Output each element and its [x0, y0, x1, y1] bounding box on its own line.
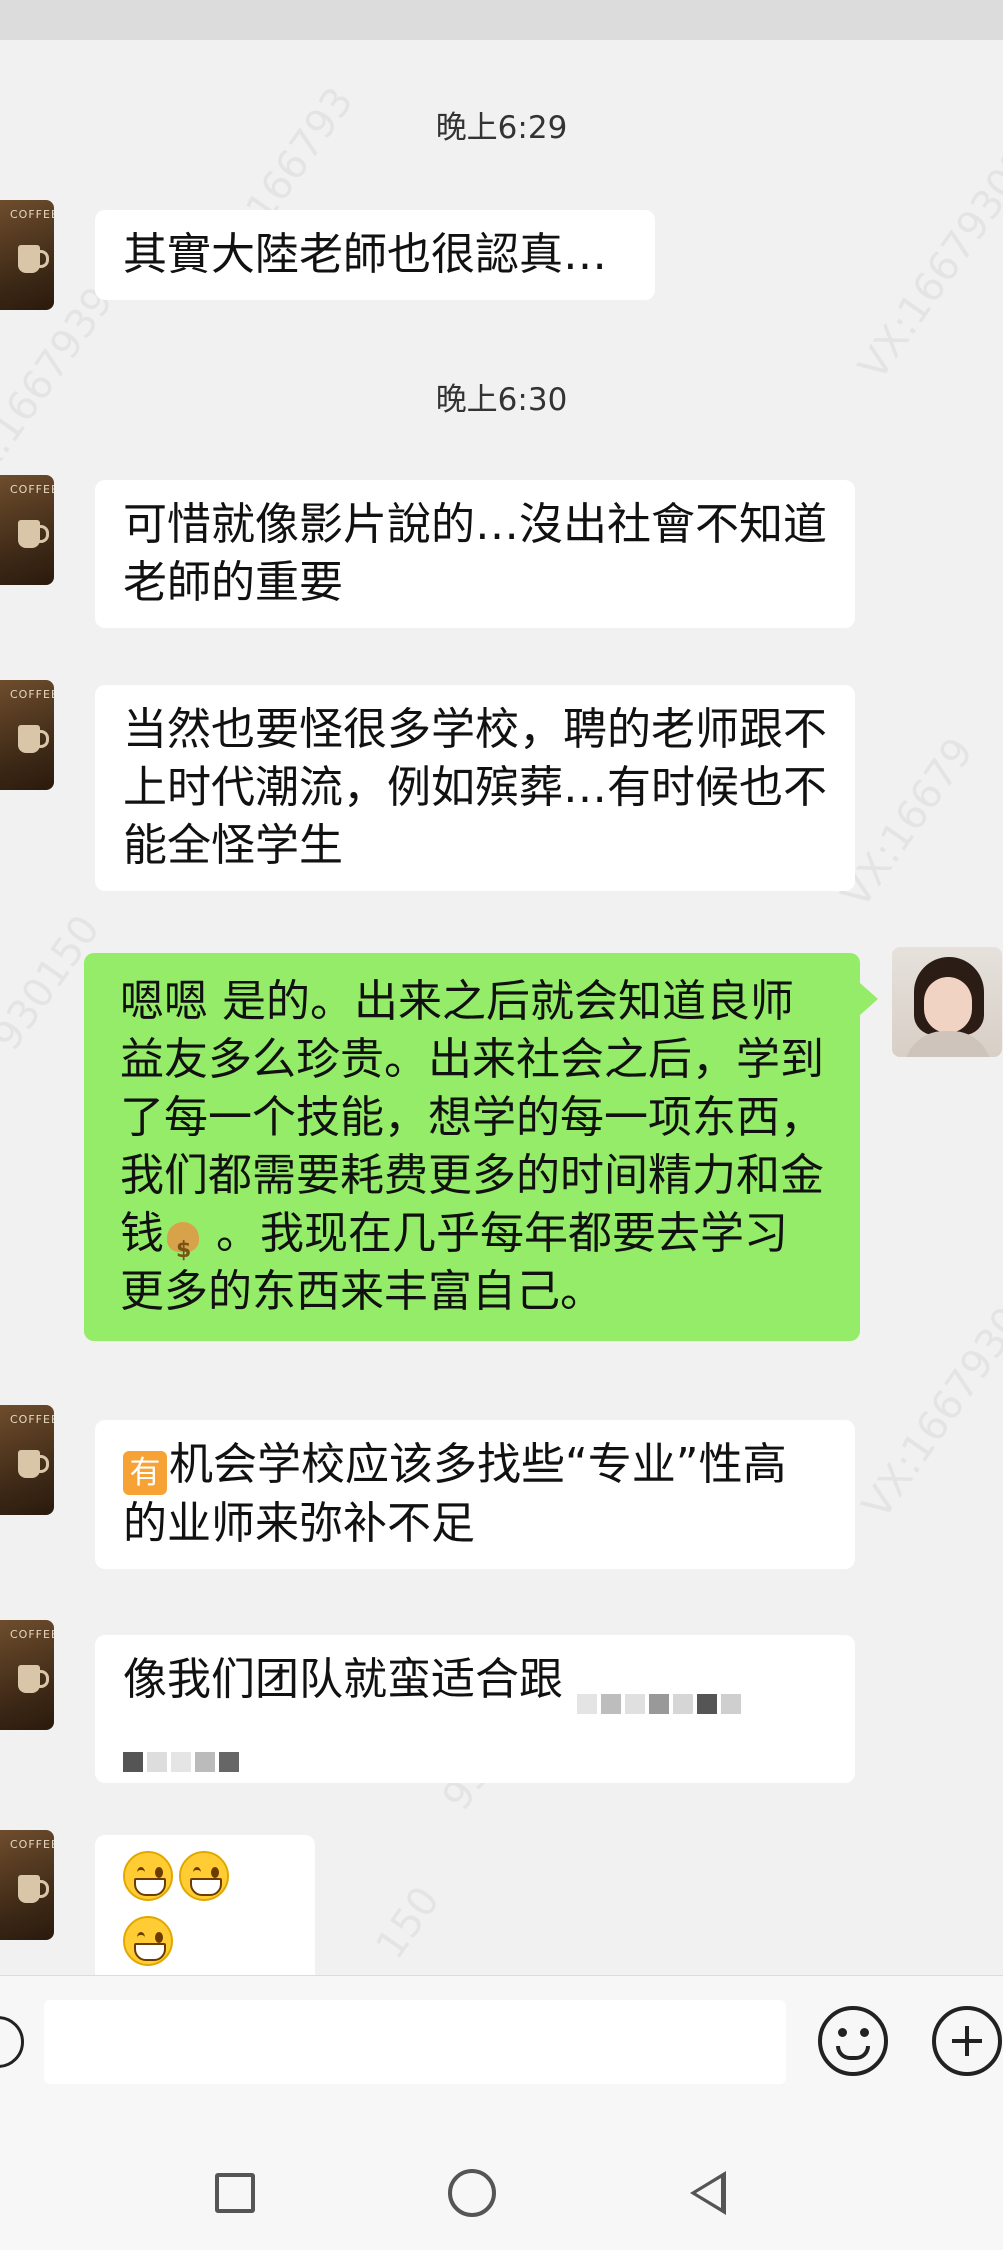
outgoing-message[interactable]: 嗯嗯 是的。出来之后就会知道良师益友多么珍贵。出来社会之后，学到了每一个技能，想… [84, 953, 878, 1341]
voice-icon[interactable] [0, 2016, 24, 2068]
watermark: 150 [367, 1878, 449, 1968]
contact-avatar[interactable]: COFFEE [0, 1405, 54, 1515]
you-badge-icon: 有 [123, 1451, 167, 1495]
watermark: VX:1667930 [853, 1298, 1003, 1528]
contact-avatar[interactable]: COFFEE [0, 680, 54, 790]
triangle-back-icon[interactable] [690, 2171, 726, 2215]
incoming-message[interactable]: 其實大陸老師也很認真… [95, 210, 655, 300]
avatar-label: COFFEE [10, 208, 54, 221]
chat-area[interactable]: VX:166793 VX:1667930150 VX:1667939 VX:16… [0, 40, 1003, 1975]
square-icon[interactable] [215, 2173, 255, 2213]
grin-emoji-icon [179, 1851, 229, 1901]
avatar-label: COFFEE [10, 1628, 54, 1641]
message-timestamp: 晚上6:29 [435, 110, 568, 146]
grin-emoji-icon [123, 1916, 173, 1966]
contact-avatar[interactable]: COFFEE [0, 475, 54, 585]
message-timestamp: 晚上6:30 [435, 382, 568, 418]
avatar-label: COFFEE [10, 483, 54, 496]
input-bar [0, 1975, 1003, 2096]
coffee-cup-icon [18, 1875, 49, 1903]
contact-avatar[interactable]: COFFEE [0, 1830, 54, 1940]
redacted-mosaic [577, 1671, 745, 1714]
avatar-label: COFFEE [10, 1838, 54, 1851]
message-text: 机会学校应该多找些“专业”性高的业师来弥补不足 [123, 1439, 787, 1549]
money-bag-icon [164, 1212, 202, 1280]
plus-icon[interactable] [932, 2006, 1002, 2076]
incoming-message[interactable] [95, 1835, 315, 1975]
coffee-cup-icon [18, 725, 49, 753]
avatar-label: COFFEE [10, 688, 54, 701]
avatar-body [904, 1031, 992, 1057]
incoming-message[interactable]: 有机会学校应该多找些“专业”性高的业师来弥补不足 [95, 1420, 855, 1569]
my-avatar[interactable] [892, 947, 1002, 1057]
message-text: 像我们团队就蛮适合跟 [123, 1654, 563, 1705]
avatar-face [924, 977, 972, 1033]
contact-avatar[interactable]: COFFEE [0, 1620, 54, 1730]
grin-emoji-icon [123, 1851, 173, 1901]
coffee-cup-icon [18, 1450, 49, 1478]
redacted-mosaic [123, 1729, 243, 1772]
status-bar [0, 0, 1003, 40]
outgoing-text-part2: 。我现在几乎每年都要去学习更多的东西来丰富自己。 [120, 1208, 788, 1317]
contact-avatar[interactable]: COFFEE [0, 200, 54, 310]
coffee-cup-icon [18, 1665, 49, 1693]
emoji-icon[interactable] [818, 2006, 888, 2076]
incoming-message[interactable]: 可惜就像影片說的…沒出社會不知道老師的重要 [95, 480, 855, 628]
coffee-cup-icon [18, 245, 49, 273]
avatar-label: COFFEE [10, 1413, 54, 1426]
android-nav-bar [0, 2095, 1003, 2250]
incoming-message[interactable]: 当然也要怪很多学校，聘的老师跟不上时代潮流，例如殡葬…有时候也不能全怪学生 [95, 685, 855, 891]
message-input[interactable] [44, 2000, 786, 2084]
circle-icon[interactable] [448, 2169, 496, 2217]
coffee-cup-icon [18, 520, 49, 548]
incoming-message[interactable]: 像我们团队就蛮适合跟 [95, 1635, 855, 1783]
watermark: VX:16679 [832, 729, 983, 917]
